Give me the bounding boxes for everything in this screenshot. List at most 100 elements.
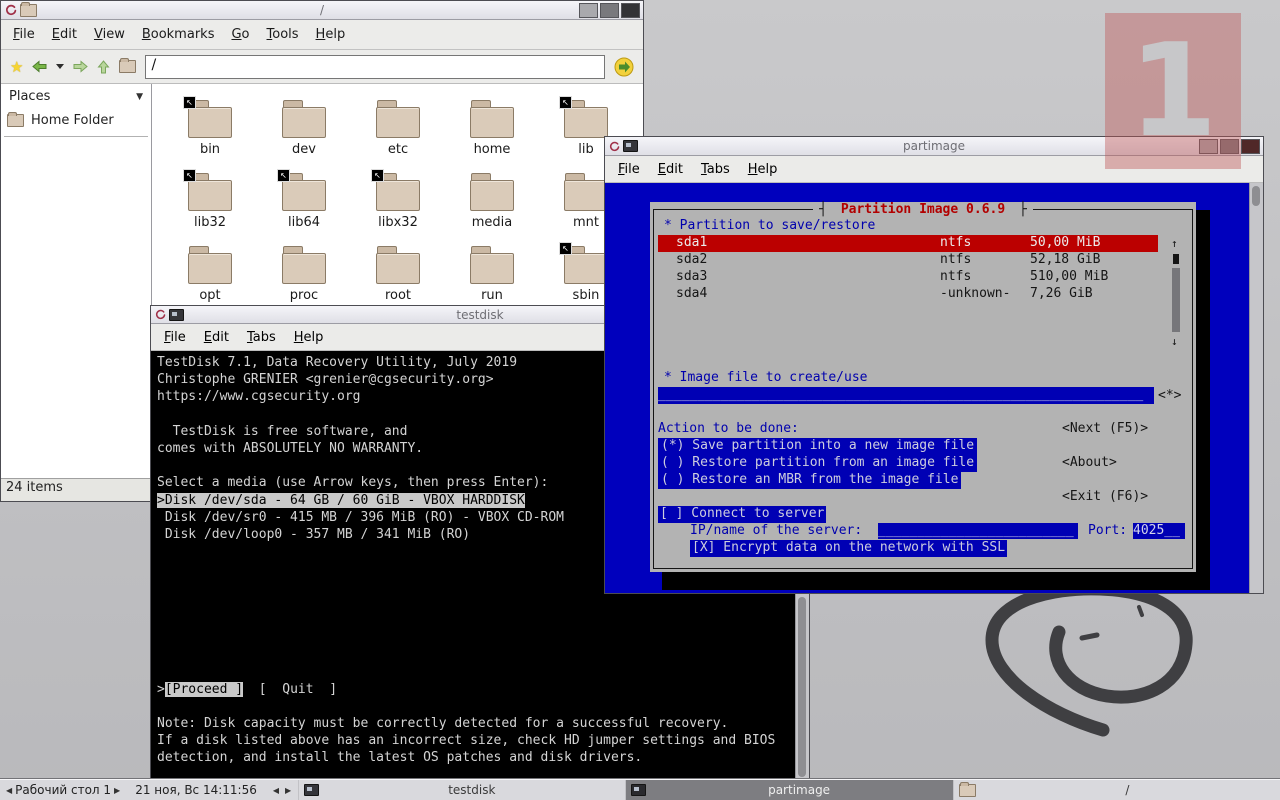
menu-item-help[interactable]: Help (748, 162, 778, 177)
folder-label: mnt (573, 215, 599, 230)
prev-window-icon[interactable]: ◀ (273, 786, 279, 795)
menu-item-view[interactable]: View (94, 27, 125, 42)
places-header[interactable]: Places ▼ (1, 84, 151, 108)
list-scrollbar-thumb[interactable] (1172, 268, 1180, 332)
pager-right-icon[interactable]: ▶ (114, 786, 120, 795)
scrollbar-thumb[interactable] (1252, 186, 1260, 206)
partimage-menubar: File Edit Tabs Help (605, 156, 1263, 183)
workspace-pager[interactable]: ◀ Рабочий стол 1 ▶ (0, 780, 126, 800)
folder-item-media[interactable]: media (445, 165, 539, 238)
menu-item-tabs[interactable]: Tabs (247, 330, 276, 345)
taskbar-task-partimage[interactable]: partimage (625, 780, 953, 800)
sidebar-separator (4, 136, 148, 137)
partimage-terminal[interactable]: ┤ Partition Image 0.6.9 ├ * Partition to… (605, 183, 1263, 593)
scroll-down-icon[interactable]: ↓ (1171, 335, 1178, 348)
menu-item-tabs[interactable]: Tabs (701, 162, 730, 177)
folder-label: sbin (572, 288, 600, 303)
partition-row-sda2[interactable]: sda2 ntfs 52,18 GiB (658, 252, 1158, 269)
folder-item-dev[interactable]: dev (257, 92, 351, 165)
folder-icon (188, 246, 232, 284)
close-button[interactable] (1241, 139, 1260, 154)
partition-fs: ntfs (940, 252, 972, 267)
go-button[interactable] (614, 57, 634, 77)
folder-item-home[interactable]: home (445, 92, 539, 165)
close-button[interactable] (621, 3, 640, 18)
image-file-mark: <*> (1158, 388, 1182, 403)
menu-item-bookmarks[interactable]: Bookmarks (142, 27, 215, 42)
up-icon[interactable] (97, 59, 111, 74)
port-input[interactable]: 4025__ (1133, 523, 1185, 539)
taskbar-task-root[interactable]: / (952, 780, 1280, 800)
menu-item-tools[interactable]: Tools (267, 27, 299, 42)
folder-item-run[interactable]: run (445, 238, 539, 311)
folder-item-opt[interactable]: opt (163, 238, 257, 311)
new-tab-icon[interactable]: ★ (10, 58, 23, 76)
history-dropdown-icon[interactable] (56, 64, 65, 69)
folder-item-libx32[interactable]: ↖ libx32 (351, 165, 445, 238)
chevron-down-icon[interactable]: ▼ (136, 92, 143, 102)
pager-left-icon[interactable]: ◀ (6, 786, 12, 795)
partition-fs: ntfs (940, 269, 972, 284)
back-icon[interactable] (32, 60, 47, 73)
action-option-0[interactable]: (*) Save partition into a new image file (658, 438, 978, 455)
partition-name: sda3 (676, 269, 708, 284)
scrollbar-thumb[interactable] (798, 597, 806, 777)
connect-to-server-checkbox[interactable]: [ ] Connect to server (658, 506, 827, 523)
next-button[interactable]: <Next (F5)> (1062, 421, 1148, 436)
partition-row-sda1[interactable]: sda1 ntfs 50,00 MiB (658, 235, 1158, 252)
minimize-button[interactable] (1199, 139, 1218, 154)
selected-item[interactable]: [Proceed ] (164, 681, 244, 697)
scrollbar[interactable] (1249, 183, 1263, 593)
fm-sidebar: Places ▼ Home Folder (1, 84, 152, 478)
action-option-1[interactable]: ( ) Restore partition from an image file (658, 455, 978, 472)
folder-item-bin[interactable]: ↖ bin (163, 92, 257, 165)
menu-item-help[interactable]: Help (316, 27, 346, 42)
terminal-icon (304, 784, 320, 796)
partition-row-sda4[interactable]: sda4 -unknown- 7,26 GiB (658, 286, 1158, 303)
maximize-button[interactable] (600, 3, 619, 18)
server-ip-input[interactable]: _________________________ (878, 523, 1078, 539)
exit-button[interactable]: <Exit (F6)> (1062, 489, 1148, 504)
menu-item-help[interactable]: Help (294, 330, 324, 345)
folder-item-lib64[interactable]: ↖ lib64 (257, 165, 351, 238)
fm-titlebar[interactable]: / (1, 1, 643, 20)
dialog-title: ┤ Partition Image 0.6.9 ├ (650, 202, 1196, 217)
menu-item-edit[interactable]: Edit (52, 27, 77, 42)
folder-icon (376, 100, 420, 138)
folder-label: dev (292, 142, 316, 157)
partition-row-sda3[interactable]: sda3 ntfs 510,00 MiB (658, 269, 1158, 286)
partition-list: sda1 ntfs 50,00 MiB sda2 ntfs 52,18 GiB sda3 nt… (658, 235, 1158, 303)
action-option-2[interactable]: ( ) Restore an MBR from the image file (658, 472, 962, 489)
folder-label: etc (387, 142, 409, 157)
scroll-up-icon[interactable]: ↑ (1171, 237, 1178, 250)
menu-item-file[interactable]: File (164, 330, 186, 345)
maximize-button[interactable] (1220, 139, 1239, 154)
image-file-input[interactable]: ________________________________________… (658, 387, 1154, 404)
folder-item-root[interactable]: root (351, 238, 445, 311)
folder-item-lib32[interactable]: ↖ lib32 (163, 165, 257, 238)
folder-icon: ↖ (183, 169, 232, 211)
folder-icon (470, 173, 514, 211)
minimize-button[interactable] (579, 3, 598, 18)
ssl-checkbox[interactable]: [X] Encrypt data on the network with SSL (690, 540, 1008, 557)
task-label: / (1125, 783, 1130, 797)
about-button[interactable]: <About> (1062, 455, 1117, 470)
selected-item[interactable]: >Disk /dev/sda - 64 GB / 60 GiB - VBOX H… (157, 492, 525, 508)
taskbar-task-testdisk[interactable]: testdisk (298, 780, 625, 800)
folder-icon (282, 100, 326, 138)
sidebar-item-home-folder[interactable]: Home Folder (1, 108, 151, 133)
menu-item-go[interactable]: Go (231, 27, 249, 42)
address-bar-input[interactable]: / (145, 54, 605, 79)
menu-item-edit[interactable]: Edit (204, 330, 229, 345)
terminal-line: Note: Disk capacity must be correctly de… (157, 715, 729, 731)
menu-item-edit[interactable]: Edit (658, 162, 683, 177)
menu-item-file[interactable]: File (13, 27, 35, 42)
partimage-titlebar[interactable]: partimage (605, 137, 1263, 156)
menu-item-file[interactable]: File (618, 162, 640, 177)
forward-icon[interactable] (73, 60, 89, 73)
next-window-icon[interactable]: ▶ (285, 786, 291, 795)
folder-item-proc[interactable]: proc (257, 238, 351, 311)
symlink-emblem-icon: ↖ (559, 242, 572, 255)
folder-item-etc[interactable]: etc (351, 92, 445, 165)
